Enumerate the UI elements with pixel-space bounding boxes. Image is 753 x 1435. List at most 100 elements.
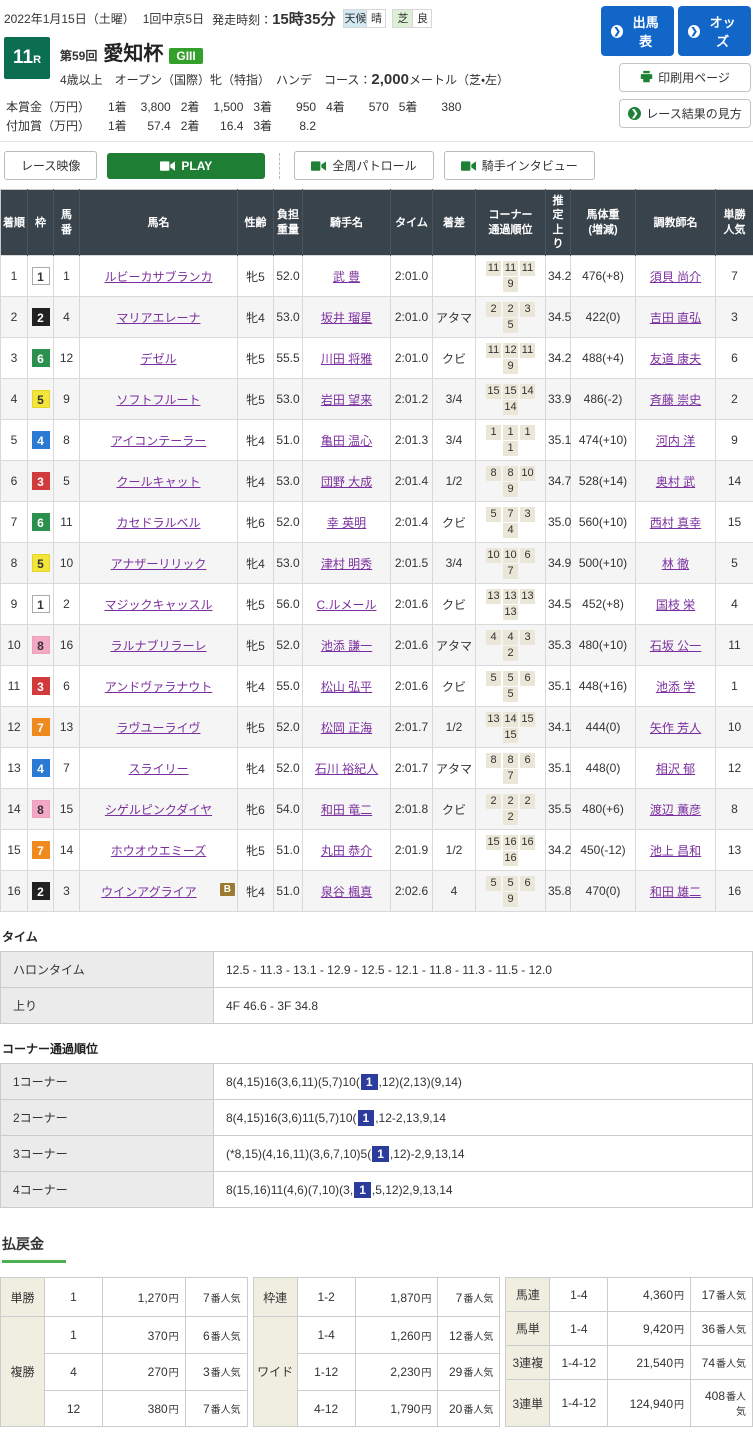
payout-popularity: 12番人気 <box>438 1317 500 1354</box>
finish-time: 2:01.7 <box>391 707 433 748</box>
trainer-cell: 林 徹 <box>636 543 716 584</box>
corner-position-value: 9 <box>503 892 518 907</box>
trainer-cell: 河内 洋 <box>636 420 716 461</box>
print-page-button[interactable]: 印刷用ページ <box>619 63 751 92</box>
trainer-name-link[interactable]: 和田 雄二 <box>650 885 701 899</box>
waku-cell: 1 <box>28 256 54 297</box>
horse-name-link[interactable]: ラヴユーライヴ <box>116 721 200 735</box>
chevron-circle-icon: ❯ <box>628 107 641 120</box>
jockey-name-link[interactable]: 団野 大成 <box>321 475 372 489</box>
horse-name-link[interactable]: マリアエレーナ <box>116 311 200 325</box>
corner-positions: 1112119 <box>476 338 546 379</box>
horse-name-link[interactable]: アナザーリリック <box>111 557 207 571</box>
trainer-name-link[interactable]: 奥村 武 <box>656 475 695 489</box>
horse-name-link[interactable]: カセドラルベル <box>116 516 200 530</box>
horse-name-link[interactable]: スライリー <box>128 762 188 776</box>
jockey-interview-button[interactable]: 騎手インタビュー <box>444 151 595 180</box>
jockey-name-link[interactable]: 丸田 恭介 <box>321 844 372 858</box>
horse-name-link[interactable]: ソフトフルート <box>116 393 200 407</box>
win-popularity: 16 <box>716 871 753 912</box>
corner-order-row: 4コーナー8(15,16)11(4,6)(7,10)(3,1,5,12)2,9,… <box>1 1172 753 1208</box>
horse-name-link[interactable]: クールキャット <box>116 475 200 489</box>
play-button[interactable]: PLAY <box>107 153 265 179</box>
course-distance: 2,000 <box>371 71 409 88</box>
trainer-name-link[interactable]: 斉藤 崇史 <box>650 393 701 407</box>
result-row: 2 2 4 マリアエレーナ 牝4 53.0 坂井 瑠星 2:01.0 アタマ 2… <box>1 297 753 338</box>
corner-position-value: 10 <box>486 548 501 563</box>
estimated-last-3f: 34.2 <box>546 256 571 297</box>
jockey-name-link[interactable]: 亀田 温心 <box>321 434 372 448</box>
odds-button[interactable]: ❯オッズ <box>678 6 751 56</box>
corner-order-value: 8(4,15)16(3,6,11)(5,7)10(1,12)(2,13)(9,1… <box>214 1064 753 1100</box>
corner-section-title: コーナー通過順位 <box>2 1040 751 1057</box>
horse-name-link[interactable]: ルビーカサブランカ <box>104 270 212 284</box>
trainer-name-link[interactable]: 石坂 公一 <box>650 639 701 653</box>
horse-name-link[interactable]: ラルナブリラーレ <box>110 639 206 653</box>
corner-position-value: 6 <box>520 671 535 686</box>
horse-name-link[interactable]: ホウオウエミーズ <box>111 844 206 858</box>
corner-position-value: 13 <box>486 589 501 604</box>
jockey-name-link[interactable]: 池添 謙一 <box>321 639 372 653</box>
corner-position-value: 4 <box>486 630 501 645</box>
horse-name-link[interactable]: アンドヴァラナウト <box>105 680 213 694</box>
trainer-name-link[interactable]: 吉田 直弘 <box>650 311 701 325</box>
sex-age: 牝5 <box>238 379 274 420</box>
grade-badge: GIII <box>169 48 202 64</box>
race-number-badge: 11R <box>4 37 50 79</box>
race-info-area: 2022年1月15日（土曜） 1回中京5日 発走時刻：15時35分 天候晴芝良 … <box>4 6 601 135</box>
trainer-name-link[interactable]: 池添 学 <box>656 680 695 694</box>
jockey-name-link[interactable]: 津村 明秀 <box>321 557 372 571</box>
margin: クビ <box>433 502 476 543</box>
bet-type-label: ワイド <box>253 1317 297 1427</box>
bet-type-label: 馬単 <box>506 1312 550 1346</box>
jockey-name-link[interactable]: 川田 将雅 <box>321 352 372 366</box>
trainer-name-link[interactable]: 池上 昌和 <box>650 844 701 858</box>
jockey-name-link[interactable]: 石川 裕紀人 <box>315 762 378 776</box>
jockey-name-link[interactable]: C.ルメール <box>316 598 376 612</box>
trainer-name-link[interactable]: 友道 康夫 <box>650 352 701 366</box>
bet-type-label: 馬連 <box>506 1278 550 1312</box>
waku-number: 7 <box>32 841 50 859</box>
jockey-name-link[interactable]: 武 豊 <box>333 270 360 284</box>
jockey-name-link[interactable]: 坂井 瑠星 <box>321 311 372 325</box>
trainer-name-link[interactable]: 矢作 芳人 <box>650 721 701 735</box>
horse-name-cell: ラルナブリラーレ <box>80 625 238 666</box>
trainer-name-link[interactable]: 渡辺 薫彦 <box>650 803 701 817</box>
trainer-name-link[interactable]: 相沢 郁 <box>656 762 695 776</box>
payout-popularity: 7番人気 <box>185 1390 247 1427</box>
corner-position-value: 2 <box>503 302 518 317</box>
trainer-name-link[interactable]: 河内 洋 <box>656 434 695 448</box>
jockey-cell: 団野 大成 <box>303 461 391 502</box>
jockey-name-link[interactable]: 泉谷 楓真 <box>321 885 372 899</box>
jockey-name-link[interactable]: 幸 英明 <box>327 516 366 530</box>
finish-time: 2:01.9 <box>391 830 433 871</box>
jockey-name-link[interactable]: 岩田 望来 <box>321 393 372 407</box>
jockey-name-link[interactable]: 松山 弘平 <box>321 680 372 694</box>
corner-position-value: 15 <box>486 384 501 399</box>
payout-table: 単勝11,270円7番人気複勝1370円6番人気4270円3番人気12380円7… <box>0 1277 248 1427</box>
waku-number: 5 <box>32 390 50 408</box>
race-video-button[interactable]: レース映像 <box>4 151 97 180</box>
jockey-name-link[interactable]: 松岡 正海 <box>321 721 372 735</box>
shutsuba-button[interactable]: ❯出馬表 <box>601 6 674 56</box>
trainer-name-link[interactable]: 西村 真幸 <box>650 516 701 530</box>
result-guide-button[interactable]: ❯レース結果の見方 <box>619 99 751 128</box>
horse-body-weight: 422(0) <box>571 297 636 338</box>
horse-name-link[interactable]: デゼル <box>140 352 176 366</box>
patrol-video-button[interactable]: 全周パトロール <box>294 151 433 180</box>
trainer-name-link[interactable]: 国枝 栄 <box>656 598 695 612</box>
result-row: 14 8 15 シゲルピンクダイヤ 牝6 54.0 和田 竜二 2:01.8 ク… <box>1 789 753 830</box>
horse-name-link[interactable]: ウインアグライア <box>101 885 196 899</box>
sex-age: 牝6 <box>238 502 274 543</box>
horse-name-link[interactable]: アイコンテーラー <box>111 434 206 448</box>
jockey-cell: 丸田 恭介 <box>303 830 391 871</box>
prize-place-label: 4着 <box>326 98 345 117</box>
horse-number: 3 <box>54 871 80 912</box>
horse-name-link[interactable]: マジックキャッスル <box>104 598 212 612</box>
trainer-name-link[interactable]: 林 徹 <box>662 557 689 571</box>
payout-amount: 1,270円 <box>103 1278 186 1317</box>
jockey-name-link[interactable]: 和田 竜二 <box>321 803 372 817</box>
horse-name-link[interactable]: シゲルピンクダイヤ <box>105 803 212 817</box>
bet-type-label: 枠連 <box>253 1278 297 1317</box>
trainer-name-link[interactable]: 須貝 尚介 <box>650 270 701 284</box>
